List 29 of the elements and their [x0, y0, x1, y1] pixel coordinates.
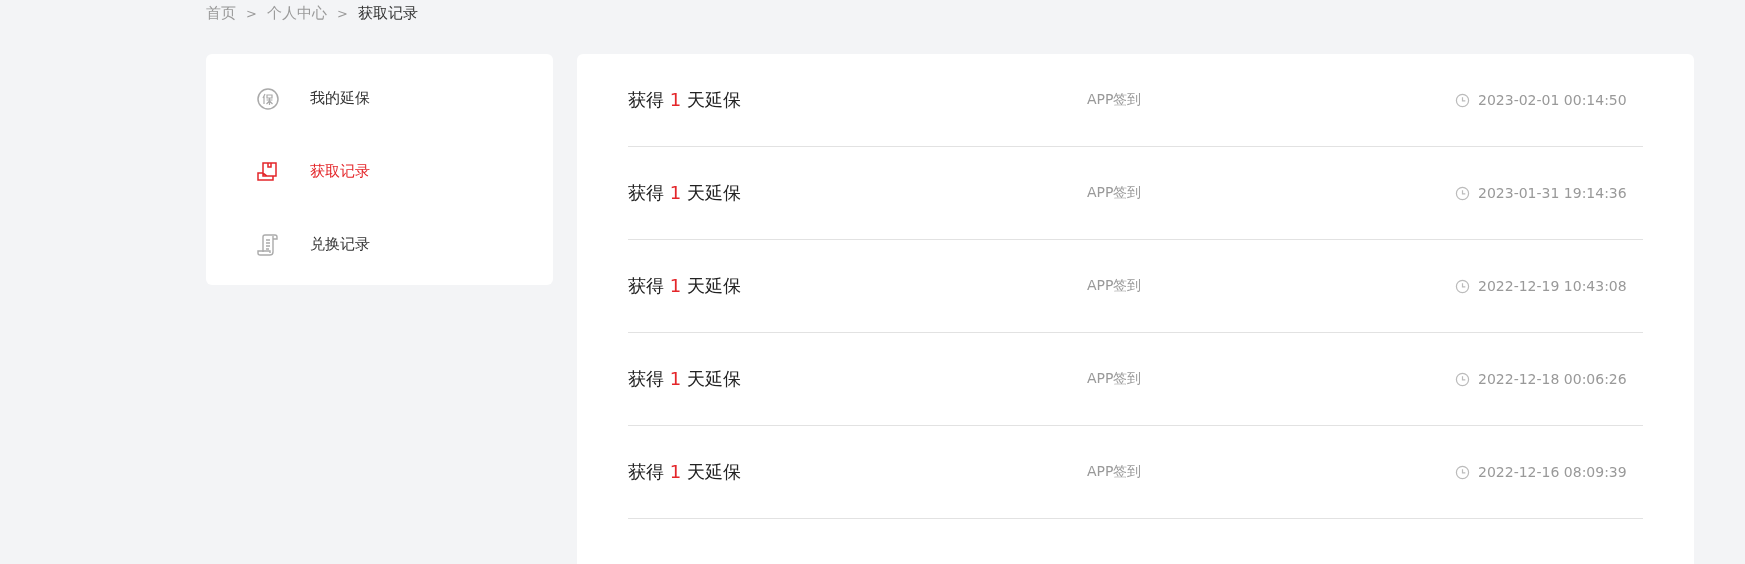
- sidebar-item[interactable]: 我的延保: [206, 62, 553, 135]
- record-title: 获得 1 天延保: [628, 274, 742, 298]
- record-source: APP签到: [1087, 184, 1143, 202]
- record-time: 2023-02-01 00:14:50: [1478, 92, 1627, 108]
- record-time: 2022-12-19 10:43:08: [1478, 278, 1627, 294]
- sidebar-item[interactable]: 兑换记录: [206, 208, 553, 281]
- record-time: 2022-12-16 08:09:39: [1478, 464, 1627, 480]
- seal-icon: [256, 86, 280, 111]
- scroll-icon: [256, 232, 280, 257]
- clock-icon: [1455, 278, 1470, 294]
- sidebar-item[interactable]: 获取记录: [206, 135, 553, 208]
- record-time: 2022-12-18 00:06:26: [1478, 371, 1627, 387]
- record-title: 获得 1 天延保: [628, 367, 742, 391]
- package-hand-icon: [256, 159, 280, 184]
- record-source: APP签到: [1087, 463, 1143, 481]
- clock-icon: [1455, 185, 1470, 201]
- record-title: 获得 1 天延保: [628, 88, 742, 112]
- clock-icon: [1455, 92, 1470, 108]
- record-title: 获得 1 天延保: [628, 460, 742, 484]
- clock-icon: [1455, 371, 1470, 387]
- clock-icon: [1455, 464, 1470, 480]
- breadcrumb-link[interactable]: 获取记录: [357, 3, 418, 23]
- record-source: APP签到: [1087, 91, 1143, 109]
- record-title: 获得 1 天延保: [628, 181, 742, 205]
- record-time: 2023-01-31 19:14:36: [1478, 185, 1627, 201]
- record-source: APP签到: [1087, 370, 1143, 388]
- breadcrumb-separator: >: [336, 5, 348, 21]
- record-source: APP签到: [1087, 277, 1143, 295]
- breadcrumb-separator: >: [246, 5, 257, 21]
